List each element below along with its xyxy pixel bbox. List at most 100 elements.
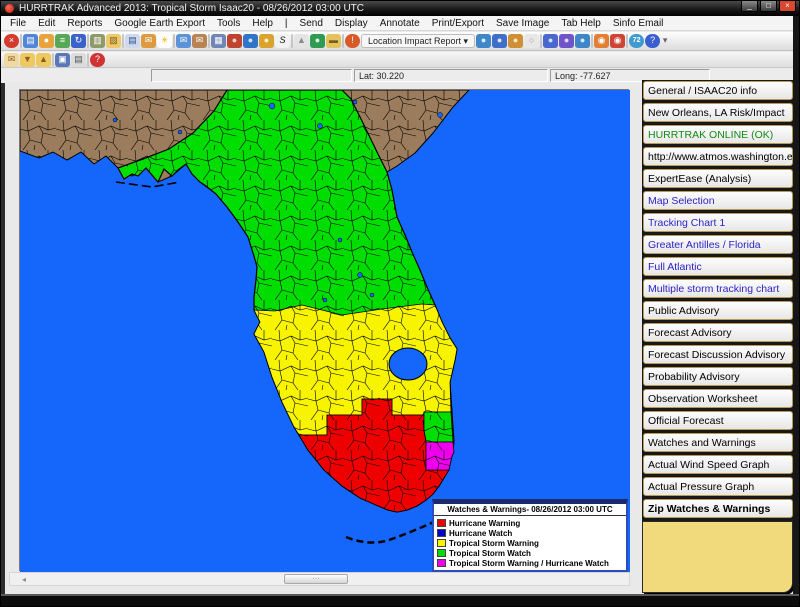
sidebar-item-map-selection[interactable]: Map Selection [643,191,793,210]
mail-open-icon[interactable]: ✉ [4,53,19,67]
scroll-left-arrow-icon[interactable]: ◂ [22,575,26,584]
sidebar-item-observation-worksheet[interactable]: Observation Worksheet [643,389,793,408]
menu-tools[interactable]: Tools [211,18,246,29]
antenna-icon[interactable]: ▲ [294,34,309,48]
toolbar-separator[interactable] [540,34,542,48]
sidebar-item-probability-advisory[interactable]: Probability Advisory [643,367,793,386]
sidebar-notes-panel [642,521,793,593]
delete-storm-icon[interactable]: × [4,34,19,48]
location-pin-icon[interactable]: ● [39,34,54,48]
toolbar-separator[interactable] [122,34,124,48]
sidebar-item-multiple-storm-chart[interactable]: Multiple storm tracking chart [643,279,793,298]
location-impact-report-button[interactable]: Location Impact Report ▾ [361,34,475,48]
sidebar-item-forecast-advisory[interactable]: Forecast Advisory [643,323,793,342]
sphere-purple-icon[interactable]: ● [559,34,574,48]
legend-label: Tropical Storm Warning / Hurricane Watch [449,559,609,568]
toolbar-separator[interactable] [20,34,22,48]
sidebar-item-forecast-discussion[interactable]: Forecast Discussion Advisory [643,345,793,364]
legend-color-chip [437,559,446,567]
search-disabled-icon[interactable]: ○ [524,34,539,48]
menu-reports[interactable]: Reports [61,18,108,29]
sidebar-item-pressure-graph[interactable]: Actual Pressure Graph [643,477,793,496]
route-map-icon[interactable]: ▬ [326,34,341,48]
print-icon[interactable]: ▤ [71,53,86,67]
window-title: HURRTRAK Advanced 2013: Tropical Storm I… [19,3,364,14]
maximize-button[interactable]: □ [760,1,777,12]
sidebar-item-greater-antilles-florida[interactable]: Greater Antilles / Florida [643,235,793,254]
clock-72-icon[interactable]: 72 [629,34,644,48]
scrollbar-thumb[interactable]: ⋯ [284,574,348,584]
globe-report-1-icon[interactable]: ● [476,34,491,48]
map-horizontal-scrollbar[interactable]: ◂ ⋯ [9,572,630,586]
globe-warning-icon[interactable]: ● [508,34,523,48]
menu-display[interactable]: Display [329,18,374,29]
window-right-edge [793,16,799,606]
open-folder-icon[interactable]: ▨ [106,34,121,48]
toolbar-separator[interactable] [208,34,210,48]
form-list-icon[interactable]: ≡ [55,34,70,48]
menu-send[interactable]: Send [294,18,329,29]
sidebar-item-new-orleans-risk[interactable]: New Orleans, LA Risk/Impact [643,103,793,122]
menu-sinfo-email[interactable]: Sinfo Email [607,18,670,29]
sphere-teal-icon[interactable]: ● [575,34,590,48]
menu-separator[interactable]: | [279,18,294,29]
menu-print-export[interactable]: Print/Export [426,18,490,29]
toolbar-separator[interactable] [342,34,344,48]
mail-receive-icon[interactable]: ✉ [192,34,207,48]
sidebar-item-zip-watches-warnings[interactable]: Zip Watches & Warnings [643,499,793,518]
map-image-icon[interactable]: ▦ [211,34,226,48]
toolbar-overflow-icon[interactable]: ▾ [661,34,669,48]
legend-title: Watches & Warnings- 08/26/2012 03:00 UTC [434,504,626,516]
hurricane-symbol-icon[interactable]: S [275,34,290,48]
help-red-icon[interactable]: ? [90,53,105,67]
refresh-icon[interactable]: ↻ [71,34,86,48]
sidebar-item-public-advisory[interactable]: Public Advisory [643,301,793,320]
menu-annotate[interactable]: Annotate [374,18,426,29]
sidebar-item-official-forecast[interactable]: Official Forecast [643,411,793,430]
globe-blue-icon[interactable]: ● [243,34,258,48]
menu-file[interactable]: File [4,18,32,29]
sidebar-item-atmos-url[interactable]: http://www.atmos.washington.edu/cg [643,147,793,166]
alert-icon[interactable]: ! [345,34,360,48]
globe-report-2-icon[interactable]: ● [492,34,507,48]
help-icon[interactable]: ? [645,34,660,48]
report-document-icon[interactable]: ▤ [125,34,140,48]
sidebar-item-tracking-chart-1[interactable]: Tracking Chart 1 [643,213,793,232]
menu-help[interactable]: Help [246,18,279,29]
toolbar-separator[interactable] [87,34,89,48]
globe-green-icon[interactable]: ● [310,34,325,48]
toolbar-separator[interactable] [591,34,593,48]
globe-red-icon[interactable]: ● [227,34,242,48]
minimize-button[interactable]: _ [741,1,758,12]
legend-color-chip [437,539,446,547]
sidebar-item-hurrtrak-online[interactable]: HURRTRAK ONLINE (OK) [643,125,793,144]
toolbar-separator[interactable] [291,34,293,48]
sphere-blue-icon[interactable]: ● [543,34,558,48]
toolbar-separator[interactable] [173,34,175,48]
toolbar-separator[interactable] [52,53,54,67]
save-icon[interactable]: ▣ [55,53,70,67]
sidebar-item-watches-warnings[interactable]: Watches and Warnings [643,433,793,452]
users-orange-icon[interactable]: ◉ [594,34,609,48]
menu-save-image[interactable]: Save Image [490,18,555,29]
database-add-icon[interactable]: ▥ [90,34,105,48]
toolbar-separator[interactable] [87,53,89,67]
users-red-icon[interactable]: ◉ [610,34,625,48]
sidebar-item-wind-speed-graph[interactable]: Actual Wind Speed Graph [643,455,793,474]
sun-icon[interactable]: ☀ [157,34,172,48]
upload-lock-icon[interactable]: ▲ [36,53,51,67]
toolbar-separator[interactable] [626,34,628,48]
menu-tab-help[interactable]: Tab Help [555,18,606,29]
menu-edit[interactable]: Edit [32,18,61,29]
menu-google-earth-export[interactable]: Google Earth Export [108,18,211,29]
sidebar-item-general-info[interactable]: General / ISAAC20 info [643,81,793,100]
report-window-icon[interactable]: ▤ [23,34,38,48]
globe-yellow-icon[interactable]: ● [259,34,274,48]
mail-report-icon[interactable]: ✉ [141,34,156,48]
mail-send-icon[interactable]: ✉ [176,34,191,48]
close-button[interactable]: × [779,1,796,12]
map-panel[interactable]: Watches & Warnings- 08/26/2012 03:00 UTC… [19,89,629,571]
sidebar-item-full-atlantic[interactable]: Full Atlantic [643,257,793,276]
download-icon[interactable]: ▼ [20,53,35,67]
sidebar-item-expertease[interactable]: ExpertEase (Analysis) [643,169,793,188]
